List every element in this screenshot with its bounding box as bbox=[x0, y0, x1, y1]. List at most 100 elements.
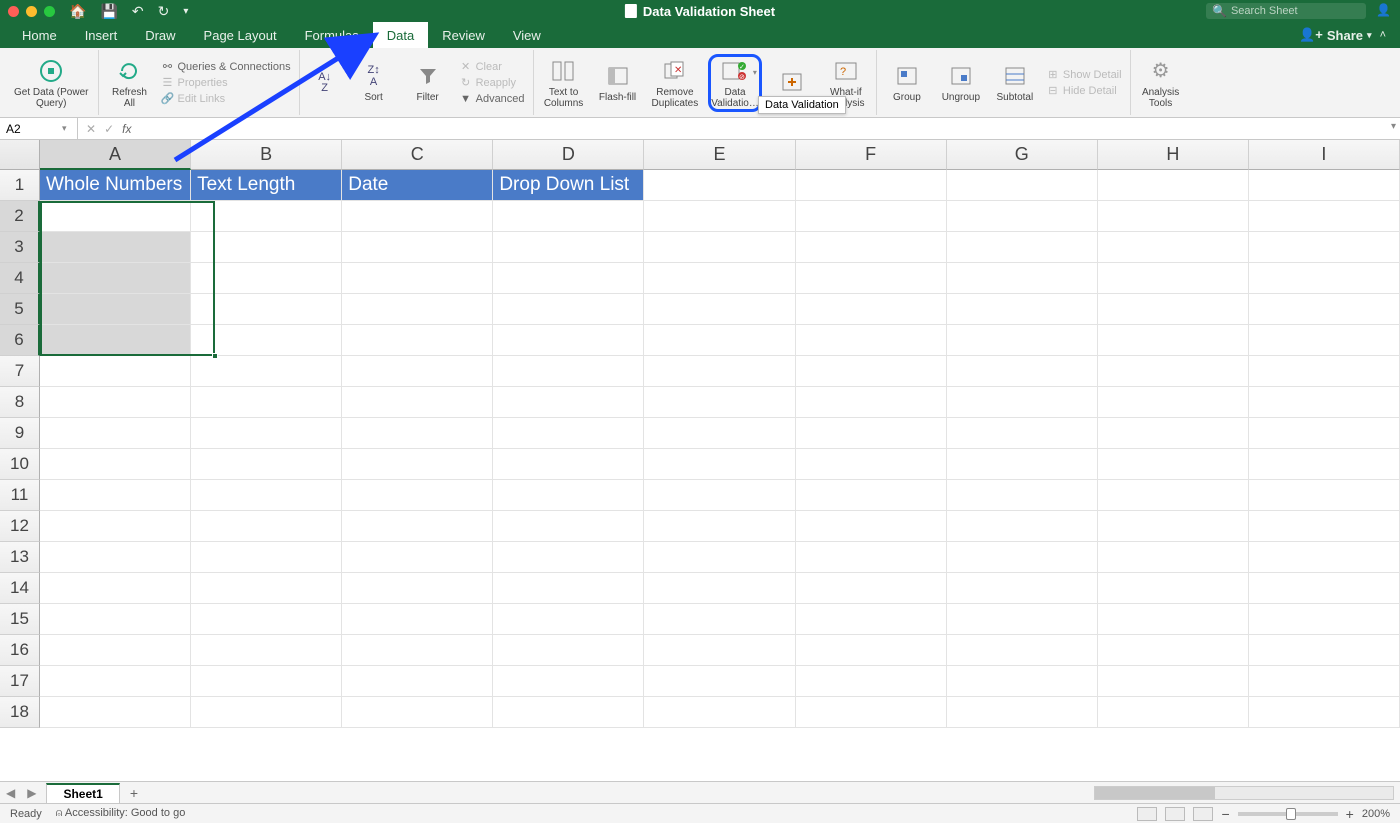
row-header-9[interactable]: 9 bbox=[0, 418, 40, 449]
name-box-dropdown-icon[interactable]: ▾ bbox=[62, 123, 67, 134]
cell-C11[interactable] bbox=[342, 480, 493, 511]
col-header-D[interactable]: D bbox=[493, 140, 644, 170]
cell-G1[interactable] bbox=[947, 170, 1098, 201]
cell-F3[interactable] bbox=[796, 232, 947, 263]
cell-C14[interactable] bbox=[342, 573, 493, 604]
add-sheet-button[interactable]: + bbox=[120, 785, 148, 801]
advanced-filter-button[interactable]: ▼Advanced bbox=[458, 92, 527, 106]
cell-I13[interactable] bbox=[1249, 542, 1400, 573]
cell-B13[interactable] bbox=[191, 542, 342, 573]
horizontal-scrollbar[interactable] bbox=[1094, 786, 1394, 800]
cell-I3[interactable] bbox=[1249, 232, 1400, 263]
tab-insert[interactable]: Insert bbox=[71, 22, 132, 48]
cell-I17[interactable] bbox=[1249, 666, 1400, 697]
cell-B6[interactable] bbox=[191, 325, 342, 356]
cell-B16[interactable] bbox=[191, 635, 342, 666]
row-header-10[interactable]: 10 bbox=[0, 449, 40, 480]
cell-I5[interactable] bbox=[1249, 294, 1400, 325]
enter-formula-icon[interactable]: ✓ bbox=[104, 122, 114, 136]
cell-B10[interactable] bbox=[191, 449, 342, 480]
cell-F12[interactable] bbox=[796, 511, 947, 542]
cell-H11[interactable] bbox=[1098, 480, 1249, 511]
cell-G4[interactable] bbox=[947, 263, 1098, 294]
tab-review[interactable]: Review bbox=[428, 22, 499, 48]
cell-E18[interactable] bbox=[644, 697, 795, 728]
row-header-7[interactable]: 7 bbox=[0, 356, 40, 387]
cell-C18[interactable] bbox=[342, 697, 493, 728]
fill-handle[interactable] bbox=[212, 353, 218, 359]
cell-G15[interactable] bbox=[947, 604, 1098, 635]
queries-connections-button[interactable]: ⚯Queries & Connections bbox=[159, 60, 292, 74]
sort-button[interactable]: Z↕A Sort bbox=[350, 60, 398, 105]
group-button[interactable]: Group bbox=[883, 60, 931, 105]
cell-F10[interactable] bbox=[796, 449, 947, 480]
scrollbar-thumb[interactable] bbox=[1095, 787, 1215, 799]
col-header-F[interactable]: F bbox=[796, 140, 947, 170]
cell-B11[interactable] bbox=[191, 480, 342, 511]
cell-H14[interactable] bbox=[1098, 573, 1249, 604]
cell-H3[interactable] bbox=[1098, 232, 1249, 263]
cell-A14[interactable] bbox=[40, 573, 191, 604]
expand-formula-bar-icon[interactable]: ▾ bbox=[1391, 121, 1396, 132]
reapply-filter-button[interactable]: ↻Reapply bbox=[458, 76, 527, 90]
col-header-C[interactable]: C bbox=[342, 140, 493, 170]
cell-H5[interactable] bbox=[1098, 294, 1249, 325]
cell-B3[interactable] bbox=[191, 232, 342, 263]
flash-fill-button[interactable]: Flash-fill bbox=[594, 60, 642, 105]
cell-A2[interactable] bbox=[40, 201, 191, 232]
cell-H4[interactable] bbox=[1098, 263, 1249, 294]
cell-F1[interactable] bbox=[796, 170, 947, 201]
cell-H15[interactable] bbox=[1098, 604, 1249, 635]
cell-I1[interactable] bbox=[1249, 170, 1400, 201]
tab-home[interactable]: Home bbox=[8, 22, 71, 48]
cell-G6[interactable] bbox=[947, 325, 1098, 356]
cell-I8[interactable] bbox=[1249, 387, 1400, 418]
cell-C6[interactable] bbox=[342, 325, 493, 356]
cell-E1[interactable] bbox=[644, 170, 795, 201]
row-header-6[interactable]: 6 bbox=[0, 325, 40, 356]
zoom-window-button[interactable] bbox=[44, 6, 55, 17]
subtotal-button[interactable]: Subtotal bbox=[991, 60, 1039, 105]
cell-H10[interactable] bbox=[1098, 449, 1249, 480]
get-data-button[interactable]: Get Data (Power Query) bbox=[10, 55, 92, 111]
cell-F16[interactable] bbox=[796, 635, 947, 666]
analysis-tools-button[interactable]: ⚙ Analysis Tools bbox=[1137, 55, 1185, 111]
cell-E16[interactable] bbox=[644, 635, 795, 666]
cell-I6[interactable] bbox=[1249, 325, 1400, 356]
cell-C9[interactable] bbox=[342, 418, 493, 449]
cell-D7[interactable] bbox=[493, 356, 644, 387]
cell-A4[interactable] bbox=[40, 263, 191, 294]
cell-F11[interactable] bbox=[796, 480, 947, 511]
normal-view-button[interactable] bbox=[1137, 807, 1157, 821]
cell-G10[interactable] bbox=[947, 449, 1098, 480]
cell-C12[interactable] bbox=[342, 511, 493, 542]
cell-B2[interactable] bbox=[191, 201, 342, 232]
row-header-15[interactable]: 15 bbox=[0, 604, 40, 635]
cell-D1[interactable]: Drop Down List bbox=[493, 170, 644, 201]
cell-C1[interactable]: Date bbox=[342, 170, 493, 201]
cell-D8[interactable] bbox=[493, 387, 644, 418]
cancel-formula-icon[interactable]: ✕ bbox=[86, 122, 96, 136]
row-header-2[interactable]: 2 bbox=[0, 201, 40, 232]
cell-F6[interactable] bbox=[796, 325, 947, 356]
hide-detail-button[interactable]: ⊟Hide Detail bbox=[1045, 84, 1124, 98]
cell-A9[interactable] bbox=[40, 418, 191, 449]
cell-E14[interactable] bbox=[644, 573, 795, 604]
cell-A5[interactable] bbox=[40, 294, 191, 325]
cell-E15[interactable] bbox=[644, 604, 795, 635]
cell-A3[interactable] bbox=[40, 232, 191, 263]
cell-I2[interactable] bbox=[1249, 201, 1400, 232]
cell-D5[interactable] bbox=[493, 294, 644, 325]
cell-B7[interactable] bbox=[191, 356, 342, 387]
col-header-B[interactable]: B bbox=[191, 140, 342, 170]
tab-nav-next[interactable]: ▶ bbox=[21, 786, 42, 800]
cell-C5[interactable] bbox=[342, 294, 493, 325]
cell-A11[interactable] bbox=[40, 480, 191, 511]
qat-more-icon[interactable]: ▾ bbox=[183, 6, 188, 17]
close-window-button[interactable] bbox=[8, 6, 19, 17]
cell-B1[interactable]: Text Length bbox=[191, 170, 342, 201]
cell-E2[interactable] bbox=[644, 201, 795, 232]
row-header-5[interactable]: 5 bbox=[0, 294, 40, 325]
col-header-E[interactable]: E bbox=[644, 140, 795, 170]
cell-C17[interactable] bbox=[342, 666, 493, 697]
